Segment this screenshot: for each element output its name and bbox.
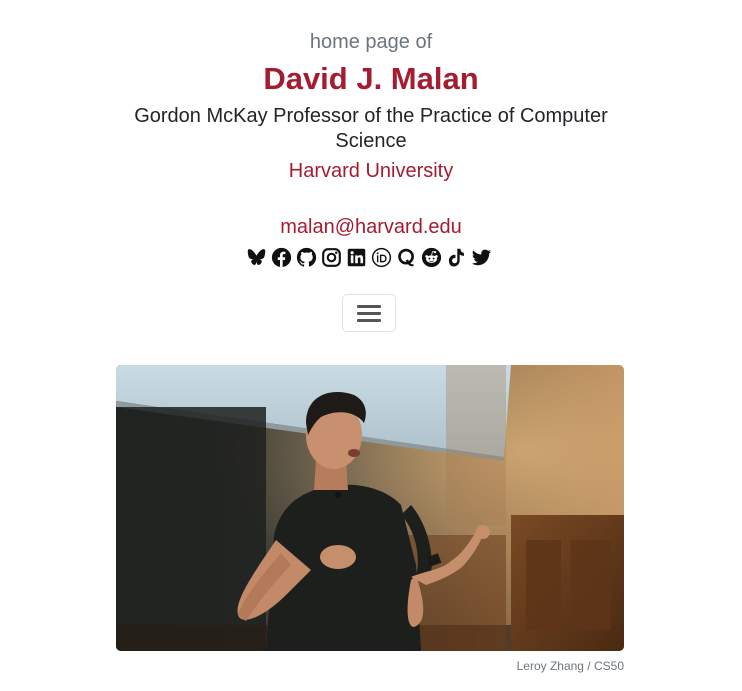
menu-toggle-button[interactable] <box>342 294 396 332</box>
orcid-icon <box>371 247 391 267</box>
twitter-link[interactable] <box>470 246 492 268</box>
reddit-link[interactable] <box>420 246 442 268</box>
linkedin-icon <box>347 248 365 266</box>
hamburger-menu-icon <box>357 301 381 326</box>
speaker-photo-image <box>116 365 624 651</box>
twitter-icon <box>471 249 491 265</box>
tiktok-link[interactable] <box>445 246 467 268</box>
instagram-link[interactable] <box>320 246 342 268</box>
profile-photo <box>116 365 624 651</box>
instagram-icon <box>321 247 341 267</box>
facebook-link[interactable] <box>270 246 292 268</box>
linkedin-link[interactable] <box>345 246 367 268</box>
github-icon <box>296 247 316 267</box>
facebook-icon <box>271 247 291 267</box>
orcid-link[interactable] <box>370 246 392 268</box>
email-link[interactable]: malan@harvard.edu <box>0 216 742 239</box>
bluesky-link[interactable] <box>245 246 267 268</box>
job-title: Gordon McKay Professor of the Practice o… <box>134 105 608 152</box>
photo-credit: Leroy Zhang / CS50 <box>516 659 624 673</box>
university-link[interactable]: Harvard University <box>0 160 742 183</box>
quora-link[interactable] <box>395 246 417 268</box>
social-links <box>245 245 492 269</box>
bluesky-icon <box>247 248 265 265</box>
reddit-icon <box>421 247 441 267</box>
github-link[interactable] <box>295 246 317 268</box>
page-title: David J. Malan <box>263 61 479 96</box>
quora-icon <box>397 248 414 266</box>
tiktok-icon <box>448 248 464 267</box>
page-subtitle: home page of <box>309 31 433 53</box>
